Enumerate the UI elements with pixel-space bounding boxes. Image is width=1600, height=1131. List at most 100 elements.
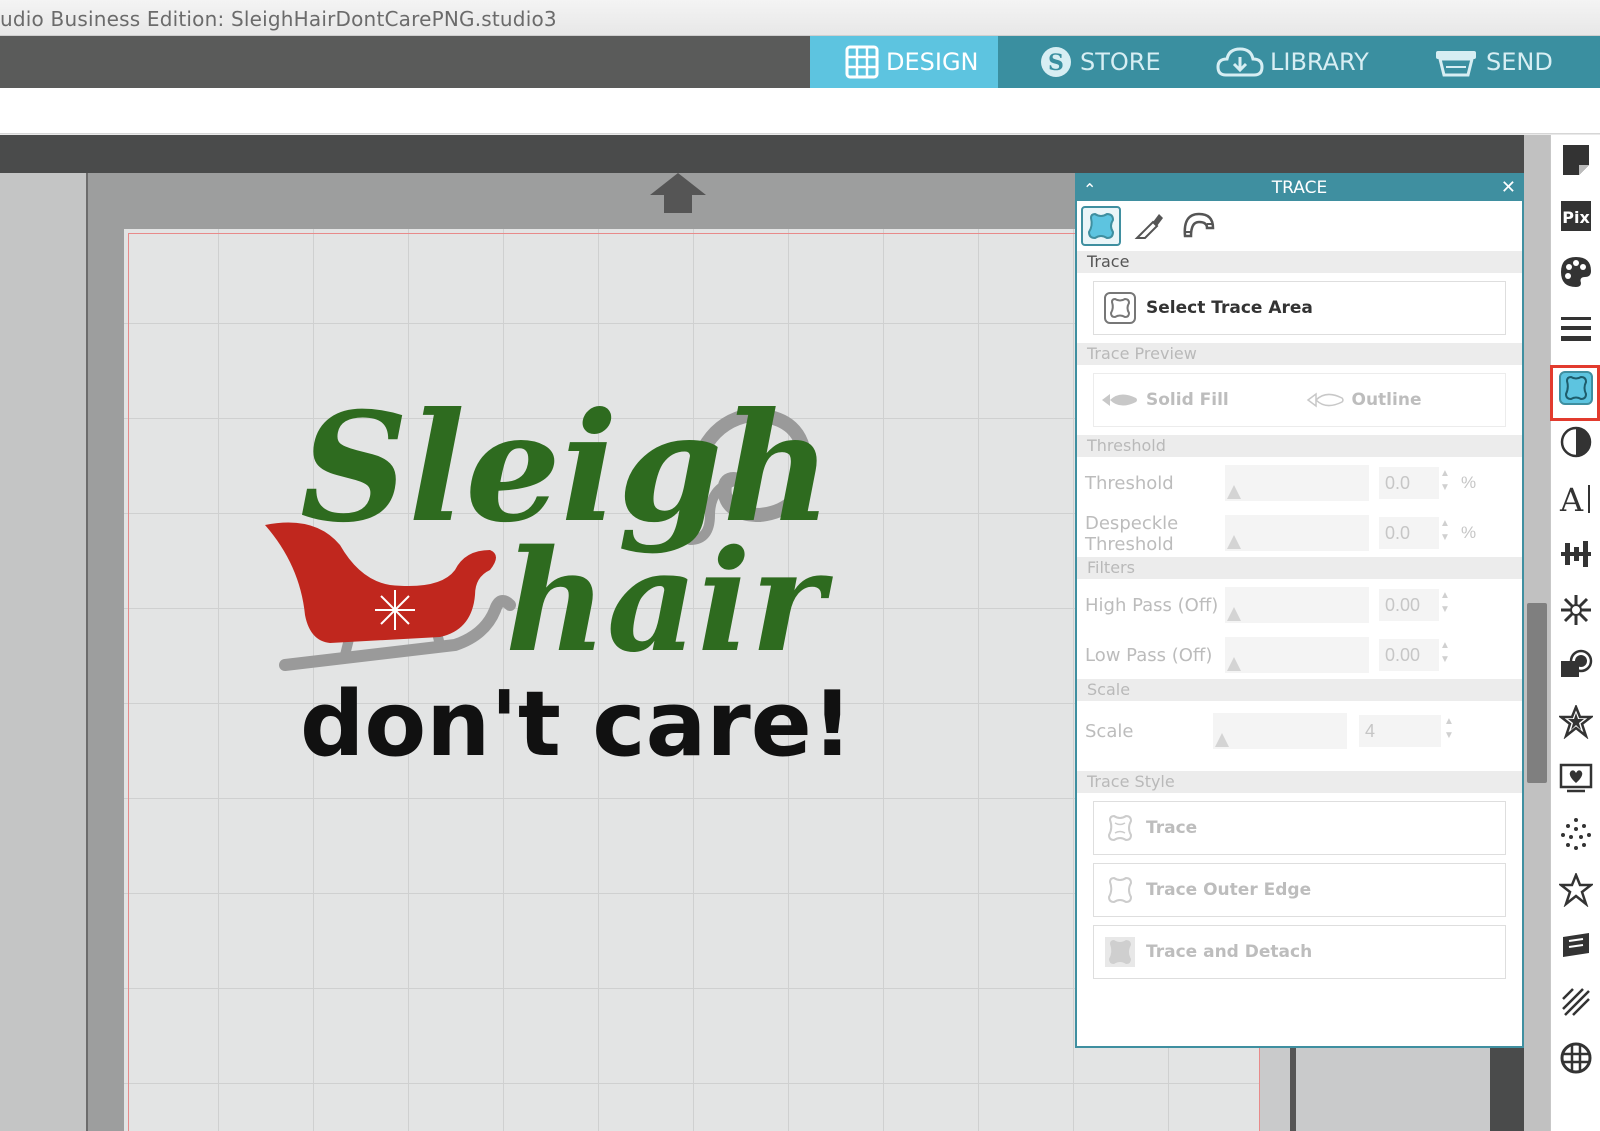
low-pass-slider[interactable] <box>1225 637 1369 673</box>
window-title: udio Business Edition: SleighHairDontCar… <box>0 7 557 31</box>
outline-label: Outline <box>1351 390 1422 410</box>
tab-send[interactable]: SEND <box>1392 36 1600 88</box>
trace-button[interactable]: Trace <box>1093 801 1506 855</box>
pattern-fill-icon[interactable] <box>1557 983 1595 1021</box>
high-pass-input[interactable]: 0.00 <box>1379 589 1439 621</box>
tab-library-label: LIBRARY <box>1270 48 1369 76</box>
magnet-tab[interactable] <box>1177 206 1217 246</box>
solid-fish-icon <box>1102 394 1137 406</box>
cutter-icon <box>1432 44 1480 80</box>
left-gutter <box>0 173 86 1131</box>
threshold-slider[interactable] <box>1225 465 1369 501</box>
eyedropper-tab[interactable] <box>1129 206 1169 246</box>
scale-input[interactable]: 4 <box>1359 715 1441 747</box>
trace-and-detach-label: Trace and Detach <box>1146 942 1313 962</box>
trace-tab[interactable] <box>1081 206 1121 246</box>
trace-outer-edge-button[interactable]: Trace Outer Edge <box>1093 863 1506 917</box>
section-trace-style: Trace Style <box>1077 771 1522 793</box>
right-sidebar: Pix A <box>1550 135 1600 1131</box>
grid-icon[interactable] <box>1557 1039 1595 1077</box>
close-icon[interactable]: ✕ <box>1501 175 1516 201</box>
text-style-icon[interactable]: A <box>1557 479 1595 517</box>
svg-text:S: S <box>1048 50 1064 76</box>
low-pass-row: Low Pass (Off) 0.00 ▲ ▼ <box>1077 629 1522 679</box>
scrollbar-thumb[interactable] <box>1527 603 1547 783</box>
nav-bar: DESIGN S STORE LIBRARY SEND <box>0 36 1600 88</box>
despeckle-row: Despeckle Threshold 0.0 ▲ ▼ % <box>1077 507 1522 557</box>
trace-button-label: Trace <box>1146 818 1198 838</box>
collapse-chevron-icon[interactable]: ⌃ <box>1083 177 1096 203</box>
magnet-icon <box>1183 212 1215 238</box>
image-effects-icon[interactable] <box>1557 423 1595 461</box>
modify-icon[interactable] <box>1557 647 1595 685</box>
despeckle-input[interactable]: 0.0 <box>1379 517 1439 549</box>
scale-slider[interactable] <box>1213 713 1347 749</box>
layers-icon[interactable] <box>1557 927 1595 965</box>
high-pass-stepper[interactable]: ▲ ▼ <box>1439 589 1451 619</box>
design-artwork[interactable]: Sleigh hair don't care! <box>240 305 860 795</box>
snowflake-icon <box>375 590 415 630</box>
scale-row: Scale 4 ▲ ▼ <box>1077 701 1522 765</box>
tab-design[interactable]: DESIGN <box>810 36 998 88</box>
outline-fish-icon <box>1306 392 1344 408</box>
tab-store-label: STORE <box>1080 48 1161 76</box>
trace-icon-highlight-box <box>1550 365 1600 421</box>
tab-library[interactable]: LIBRARY <box>1186 36 1392 88</box>
svg-text:A: A <box>1559 481 1584 515</box>
feed-direction-arrow-icon <box>650 173 706 213</box>
select-trace-area-label: Select Trace Area <box>1146 298 1313 318</box>
high-pass-label: High Pass (Off) <box>1085 595 1219 616</box>
section-scale: Scale <box>1077 679 1522 701</box>
section-threshold: Threshold <box>1077 435 1522 457</box>
svg-text:Pix: Pix <box>1562 208 1590 227</box>
replicate-icon[interactable] <box>1557 591 1595 629</box>
offset-icon[interactable] <box>1557 703 1595 741</box>
scale-label: Scale <box>1085 721 1134 742</box>
select-area-icon <box>1102 290 1138 326</box>
trace-outer-edge-label: Trace Outer Edge <box>1146 880 1312 900</box>
trace-style-icon <box>1102 810 1138 846</box>
cloud-download-icon <box>1216 44 1264 80</box>
threshold-stepper[interactable]: ▲ ▼ <box>1439 467 1451 497</box>
outline-option[interactable]: Outline <box>1300 390 1506 410</box>
trace-panel: ⌃ TRACE ✕ Trace Select Trace Area Trace … <box>1075 173 1524 1048</box>
line-style-icon[interactable] <box>1557 309 1595 347</box>
pixscan-icon[interactable]: Pix <box>1557 197 1595 235</box>
page-setup-icon[interactable] <box>1557 141 1595 179</box>
trace-panel-tabs <box>1077 201 1522 251</box>
despeckle-slider[interactable] <box>1225 515 1369 551</box>
detach-icon <box>1102 934 1138 970</box>
eyedropper-icon <box>1134 214 1163 239</box>
silhouette-s-icon: S <box>1038 44 1074 80</box>
trace-and-detach-button[interactable]: Trace and Detach <box>1093 925 1506 979</box>
low-pass-stepper[interactable]: ▲ ▼ <box>1439 639 1451 669</box>
transform-icon[interactable] <box>1557 535 1595 573</box>
star-icon[interactable] <box>1557 871 1595 909</box>
tab-send-label: SEND <box>1486 48 1553 76</box>
low-pass-input[interactable]: 0.00 <box>1379 639 1439 671</box>
title-bar: udio Business Edition: SleighHairDontCar… <box>0 0 1600 36</box>
solid-fill-label: Solid Fill <box>1146 390 1229 410</box>
high-pass-row: High Pass (Off) 0.00 ▲ ▼ <box>1077 579 1522 629</box>
toolbar <box>0 88 1600 134</box>
design-word-dont-care: don't care! <box>300 672 853 777</box>
section-trace: Trace <box>1077 251 1522 273</box>
section-trace-preview: Trace Preview <box>1077 343 1522 365</box>
fill-color-icon[interactable] <box>1557 253 1595 291</box>
trace-tab-icon <box>1087 212 1115 240</box>
rhinestone-icon[interactable] <box>1557 815 1595 853</box>
tab-store[interactable]: S STORE <box>998 36 1186 88</box>
trace-preview-options: Solid Fill Outline <box>1093 373 1506 427</box>
threshold-label: Threshold <box>1085 473 1174 494</box>
select-trace-area-button[interactable]: Select Trace Area <box>1093 281 1506 335</box>
sketch-icon[interactable] <box>1557 759 1595 797</box>
high-pass-slider[interactable] <box>1225 587 1369 623</box>
vertical-scrollbar[interactable] <box>1524 135 1550 1131</box>
despeckle-label: Despeckle Threshold <box>1085 513 1179 555</box>
scale-stepper[interactable]: ▲ ▼ <box>1443 715 1455 745</box>
solid-fill-option[interactable]: Solid Fill <box>1094 390 1300 410</box>
low-pass-label: Low Pass (Off) <box>1085 645 1213 666</box>
threshold-row: Threshold 0.0 ▲ ▼ % <box>1077 457 1522 507</box>
despeckle-stepper[interactable]: ▲ ▼ <box>1439 517 1451 547</box>
threshold-input[interactable]: 0.0 <box>1379 467 1439 499</box>
